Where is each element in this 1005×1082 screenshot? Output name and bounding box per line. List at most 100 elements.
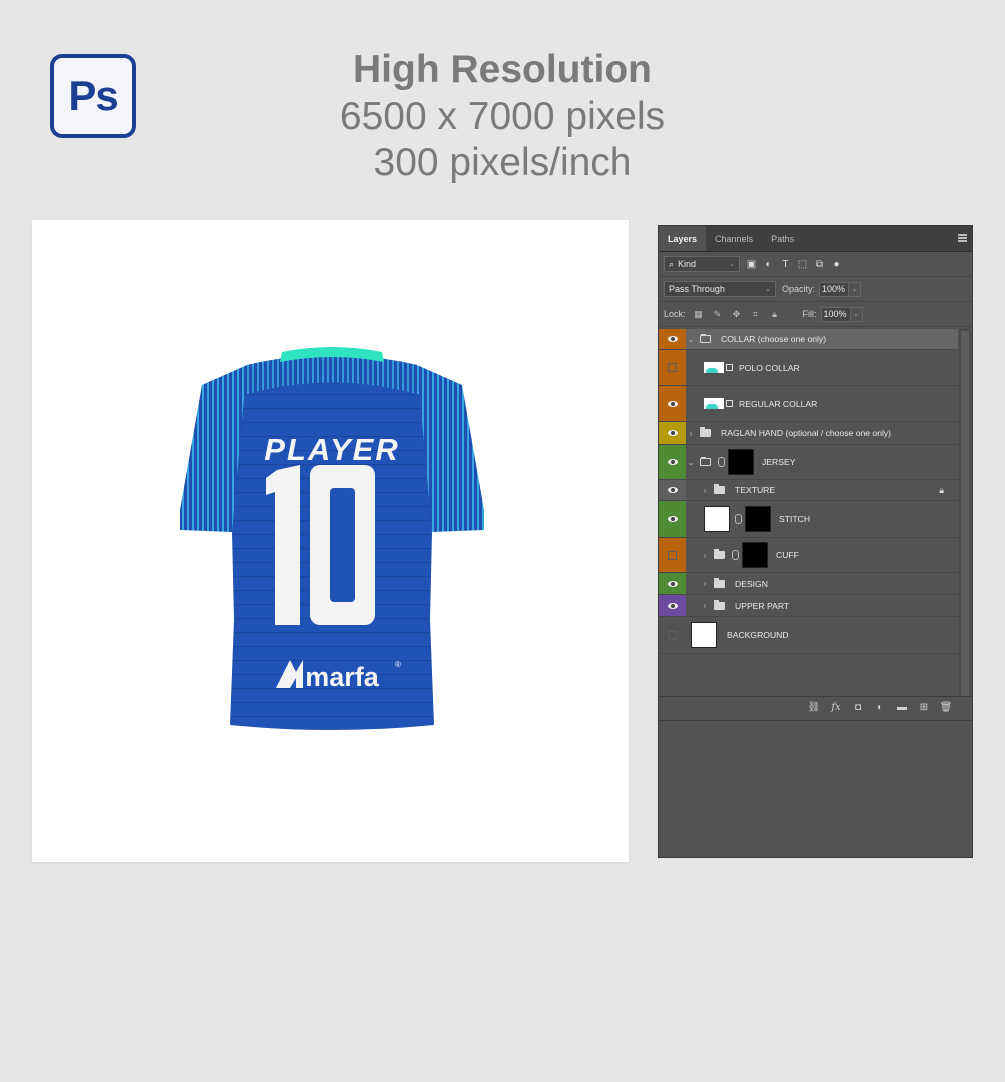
delete-icon[interactable]: 🗑︎ xyxy=(940,702,953,714)
layer-mask-thumbnail xyxy=(745,506,771,532)
new-group-icon[interactable]: ▬ xyxy=(896,702,908,714)
eye-hidden-icon xyxy=(668,363,677,372)
lock-label: Lock: xyxy=(664,309,686,319)
layer-name: BACKGROUND xyxy=(727,630,789,640)
eye-icon xyxy=(667,336,678,342)
folder-icon xyxy=(714,577,725,588)
eye-icon xyxy=(667,487,678,493)
tab-paths[interactable]: Paths xyxy=(762,226,803,251)
adjustment-filter-icon[interactable]: ◐ xyxy=(763,259,774,270)
opacity-dropdown[interactable]: ⌄ xyxy=(849,281,862,297)
visibility-toggle[interactable] xyxy=(659,422,686,444)
headline-resolution: 300 pixels/inch xyxy=(373,141,632,184)
fill-label: Fill: xyxy=(802,309,817,319)
lock-transparency-icon[interactable]: ▦ xyxy=(694,309,704,319)
panel-tabs: Layers Channels Paths xyxy=(659,226,972,252)
layer-mask-thumbnail xyxy=(742,542,768,568)
layers-panel: Layers Channels Paths ⌕ Kind ⌄ ▣ ◐ T ⬚ ⧉… xyxy=(658,225,973,858)
link-icon xyxy=(718,457,725,467)
kind-filter-select[interactable]: ⌕ Kind ⌄ xyxy=(664,256,740,272)
panel-menu-icon[interactable] xyxy=(958,234,967,242)
smart-object-icon xyxy=(726,364,733,371)
layer-row-jersey[interactable]: ⌄ JERSEY xyxy=(659,445,958,480)
new-layer-icon[interactable]: ⊞ xyxy=(918,702,930,714)
layer-row-upper-part[interactable]: › UPPER PART xyxy=(659,595,958,617)
layer-row-raglan-hand[interactable]: › RAGLAN HAND (optional / choose one onl… xyxy=(659,422,958,445)
chevron-right-icon[interactable]: › xyxy=(686,429,696,438)
folder-icon xyxy=(714,599,725,610)
mockup-preview: PLAYER marfa ® xyxy=(32,220,629,862)
blend-mode-select[interactable]: Pass Through ⌄ xyxy=(664,281,776,297)
layers-scrollbar[interactable] xyxy=(959,329,971,714)
smart-object-filter-icon[interactable]: ⧉ xyxy=(814,259,825,270)
chevron-down-icon[interactable]: ⌄ xyxy=(686,458,696,467)
layer-row-texture[interactable]: › TEXTURE 🔒︎ xyxy=(659,480,958,501)
layer-thumbnail xyxy=(704,398,724,409)
visibility-toggle[interactable] xyxy=(659,329,686,349)
visibility-toggle[interactable] xyxy=(659,480,686,500)
blend-mode-value: Pass Through xyxy=(669,284,725,294)
chevron-right-icon[interactable]: › xyxy=(700,551,710,560)
lock-image-icon[interactable]: ✎ xyxy=(713,309,723,319)
filter-toggle-icon[interactable]: ● xyxy=(831,259,842,270)
headline-title: High Resolution xyxy=(353,48,652,91)
layer-row-background[interactable]: BACKGROUND xyxy=(659,617,958,654)
jersey-brand-mark: ® xyxy=(395,660,401,669)
fx-icon[interactable]: fx xyxy=(830,702,842,714)
fill-field[interactable]: 100% xyxy=(820,306,851,322)
lock-position-icon[interactable]: ✥ xyxy=(732,309,742,319)
layer-row-design[interactable]: › DESIGN xyxy=(659,573,958,595)
tab-layers[interactable]: Layers xyxy=(659,226,707,251)
visibility-toggle[interactable] xyxy=(659,445,686,479)
layer-name: JERSEY xyxy=(762,457,796,467)
eye-icon xyxy=(667,459,678,465)
layer-row-polo-collar[interactable]: POLO COLLAR xyxy=(659,350,958,386)
chevron-down-icon[interactable]: ⌄ xyxy=(686,335,696,344)
footer-divider xyxy=(659,720,972,721)
visibility-toggle[interactable] xyxy=(659,538,686,572)
visibility-toggle[interactable] xyxy=(659,573,686,594)
layer-thumbnail xyxy=(691,622,717,648)
chevron-right-icon[interactable]: › xyxy=(700,601,710,610)
chevron-right-icon[interactable]: › xyxy=(700,486,710,495)
visibility-toggle[interactable] xyxy=(659,350,686,385)
layer-name: CUFF xyxy=(776,550,799,560)
chevron-right-icon[interactable]: › xyxy=(700,579,710,588)
folder-icon xyxy=(714,549,725,559)
layer-row-cuff[interactable]: › CUFF xyxy=(659,538,958,573)
type-filter-icon[interactable]: T xyxy=(780,259,791,270)
visibility-toggle[interactable] xyxy=(659,617,686,653)
layer-row-stitch[interactable]: STITCH xyxy=(659,501,958,538)
lock-bar: Lock: ▦ ✎ ✥ ⌗ 🔒︎ Fill: 100% ⌄ xyxy=(659,302,972,327)
pixel-filter-icon[interactable]: ▣ xyxy=(746,259,757,270)
folder-icon xyxy=(700,457,711,466)
layer-row-collar[interactable]: ⌄ COLLAR (choose one only) xyxy=(659,329,958,350)
visibility-toggle[interactable] xyxy=(659,595,686,616)
folder-icon xyxy=(700,334,711,343)
lock-artboard-icon[interactable]: ⌗ xyxy=(751,309,761,319)
adjustment-icon[interactable]: ◐ xyxy=(874,702,886,714)
chevron-down-icon: ⌄ xyxy=(765,286,771,293)
visibility-toggle[interactable] xyxy=(659,386,686,421)
opacity-label: Opacity: xyxy=(782,284,816,294)
shape-filter-icon[interactable]: ⬚ xyxy=(797,259,808,270)
visibility-toggle[interactable] xyxy=(659,501,686,537)
mask-icon[interactable]: ◘ xyxy=(852,702,864,714)
jersey-player-name: PLAYER xyxy=(264,432,399,467)
search-icon: ⌕ xyxy=(669,258,675,269)
opacity-field[interactable]: 100% xyxy=(819,281,850,297)
layer-name: REGULAR COLLAR xyxy=(739,398,818,409)
fill-dropdown[interactable]: ⌄ xyxy=(850,306,863,322)
layer-mask-thumbnail xyxy=(728,449,754,475)
layer-name: COLLAR (choose one only) xyxy=(721,334,827,344)
lock-all-icon[interactable]: 🔒︎ xyxy=(770,309,780,319)
folder-icon xyxy=(714,484,725,494)
layers-list: ⌄ COLLAR (choose one only) POLO COLLAR R… xyxy=(659,329,958,654)
tab-channels[interactable]: Channels xyxy=(706,226,762,251)
layer-row-regular-collar[interactable]: REGULAR COLLAR xyxy=(659,386,958,422)
link-icon[interactable]: ⛓ xyxy=(808,702,821,714)
layer-name: TEXTURE xyxy=(735,485,776,495)
eye-icon xyxy=(667,516,678,522)
layer-thumbnail xyxy=(704,362,724,373)
scrollbar-thumb[interactable] xyxy=(961,331,969,711)
